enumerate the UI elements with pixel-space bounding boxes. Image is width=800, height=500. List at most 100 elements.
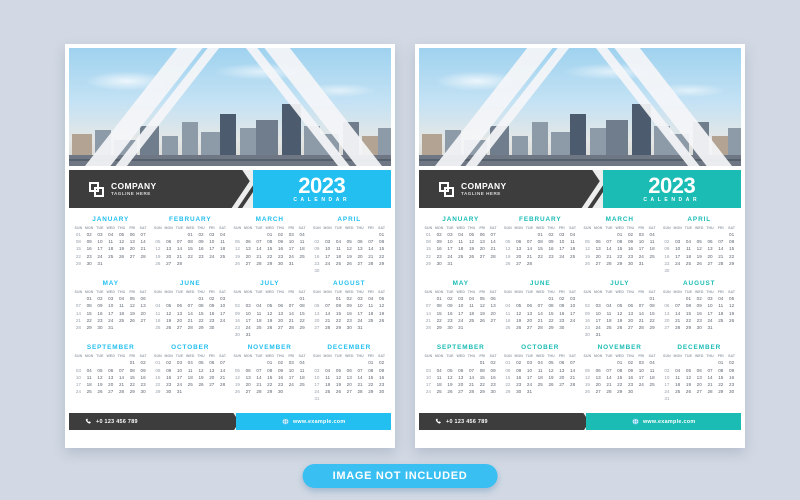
calendar-day-cell[interactable]: 30 [434,260,445,267]
calendar-day-cell[interactable]: 08 [297,302,308,309]
calendar-day-cell[interactable]: 22 [185,253,196,260]
calendar-day-cell[interactable]: 07 [254,238,265,245]
calendar-day-cell[interactable]: 26 [582,260,593,267]
calendar-day-cell[interactable]: 01 [185,231,196,238]
calendar-day-cell[interactable]: 17 [524,374,535,381]
calendar-day-cell[interactable]: 23 [625,381,636,388]
calendar-day-cell[interactable]: 03 [445,231,456,238]
calendar-day-cell[interactable]: 02 [163,359,174,366]
website-block[interactable]: www.example.com [236,413,391,430]
calendar-day-cell[interactable]: 26 [477,317,488,324]
calendar-day-cell[interactable]: 15 [683,310,694,317]
calendar-day-cell[interactable]: 25 [535,381,546,388]
calendar-day-cell[interactable]: 23 [84,253,95,260]
calendar-day-cell[interactable]: 19 [614,317,625,324]
calendar-day-cell[interactable]: 04 [116,295,127,302]
calendar-day-cell[interactable]: 12 [163,310,174,317]
calendar-day-cell[interactable]: 06 [174,302,185,309]
calendar-day-cell[interactable]: 11 [503,310,514,317]
calendar-day-cell[interactable]: 24 [556,253,567,260]
calendar-day-cell[interactable]: 09 [275,366,286,373]
calendar-day-cell[interactable]: 09 [138,366,149,373]
calendar-day-cell[interactable]: 17 [322,253,333,260]
calendar-day-cell[interactable]: 19 [726,310,737,317]
calendar-day-cell[interactable]: 02 [95,295,106,302]
calendar-day-cell[interactable]: 10 [567,302,578,309]
calendar-day-cell[interactable]: 06 [477,231,488,238]
calendar-day-cell[interactable]: 25 [185,381,196,388]
calendar-day-cell[interactable]: 16 [434,245,445,252]
calendar-day-cell[interactable]: 10 [556,238,567,245]
calendar-day-cell[interactable]: 03 [355,295,366,302]
calendar-day-cell[interactable]: 05 [503,238,514,245]
calendar-day-cell[interactable]: 17 [705,310,716,317]
calendar-day-cell[interactable]: 26 [163,324,174,331]
calendar-day-cell[interactable]: 12 [153,245,164,252]
calendar-day-cell[interactable]: 04 [297,359,308,366]
calendar-day-cell[interactable]: 04 [672,366,683,373]
calendar-card-teal[interactable]: COMPANY TAGLINE HERE 2023 CALENDAR JANUA… [415,44,745,448]
calendar-day-cell[interactable]: 26 [95,388,106,395]
calendar-day-cell[interactable]: 18 [604,317,615,324]
calendar-day-cell[interactable]: 05 [445,366,456,373]
calendar-day-cell[interactable]: 26 [196,381,207,388]
calendar-day-cell[interactable]: 16 [138,374,149,381]
calendar-day-cell[interactable]: 31 [593,331,604,338]
calendar-day-cell[interactable]: 08 [73,238,84,245]
calendar-day-cell[interactable]: 10 [322,245,333,252]
calendar-day-cell[interactable]: 21 [286,317,297,324]
calendar-day-cell[interactable]: 03 [593,302,604,309]
calendar-day-cell[interactable]: 16 [582,317,593,324]
calendar-day-cell[interactable]: 22 [376,253,387,260]
calendar-day-cell[interactable]: 11 [647,366,658,373]
calendar-day-cell[interactable]: 25 [254,324,265,331]
calendar-day-cell[interactable]: 11 [185,366,196,373]
calendar-day-cell[interactable]: 23 [232,324,243,331]
calendar-day-cell[interactable]: 28 [138,253,149,260]
calendar-day-cell[interactable]: 26 [694,260,705,267]
calendar-day-cell[interactable]: 01 [434,295,445,302]
calendar-day-cell[interactable]: 25 [365,317,376,324]
calendar-day-cell[interactable]: 31 [445,260,456,267]
calendar-day-cell[interactable]: 04 [185,359,196,366]
calendar-day-cell[interactable]: 22 [73,253,84,260]
calendar-day-cell[interactable]: 06 [694,366,705,373]
calendar-day-cell[interactable]: 08 [196,302,207,309]
calendar-day-cell[interactable]: 20 [105,381,116,388]
calendar-day-cell[interactable]: 25 [604,324,615,331]
calendar-day-cell[interactable]: 16 [312,253,323,260]
calendar-day-cell[interactable]: 21 [322,317,333,324]
calendar-day-cell[interactable]: 05 [116,231,127,238]
calendar-day-cell[interactable]: 05 [546,359,557,366]
calendar-day-cell[interactable]: 08 [614,238,625,245]
calendar-day-cell[interactable]: 29 [434,324,445,331]
calendar-day-cell[interactable]: 07 [423,302,434,309]
calendar-day-cell[interactable]: 22 [614,381,625,388]
calendar-day-cell[interactable]: 06 [593,366,604,373]
calendar-day-cell[interactable]: 24 [105,317,116,324]
calendar-day-cell[interactable]: 21 [524,253,535,260]
calendar-day-cell[interactable]: 17 [286,374,297,381]
calendar-day-cell[interactable]: 12 [694,245,705,252]
calendar-day-cell[interactable]: 07 [636,302,647,309]
calendar-day-cell[interactable]: 20 [593,253,604,260]
calendar-day-cell[interactable]: 24 [73,388,84,395]
calendar-day-cell[interactable]: 17 [355,310,366,317]
calendar-day-cell[interactable]: 01 [376,231,387,238]
calendar-day-cell[interactable]: 17 [105,310,116,317]
calendar-day-cell[interactable]: 03 [312,366,323,373]
calendar-day-cell[interactable]: 08 [264,366,275,373]
calendar-day-cell[interactable]: 12 [582,245,593,252]
calendar-day-cell[interactable]: 09 [445,302,456,309]
calendar-day-cell[interactable]: 07 [322,302,333,309]
calendar-day-cell[interactable]: 20 [138,310,149,317]
calendar-day-cell[interactable]: 19 [232,253,243,260]
calendar-day-cell[interactable]: 18 [84,381,95,388]
calendar-day-cell[interactable]: 21 [567,374,578,381]
calendar-day-cell[interactable]: 10 [95,238,106,245]
calendar-day-cell[interactable]: 29 [477,388,488,395]
calendar-day-cell[interactable]: 25 [503,324,514,331]
calendar-day-cell[interactable]: 13 [163,245,174,252]
calendar-day-cell[interactable]: 09 [434,238,445,245]
calendar-day-cell[interactable]: 18 [683,253,694,260]
